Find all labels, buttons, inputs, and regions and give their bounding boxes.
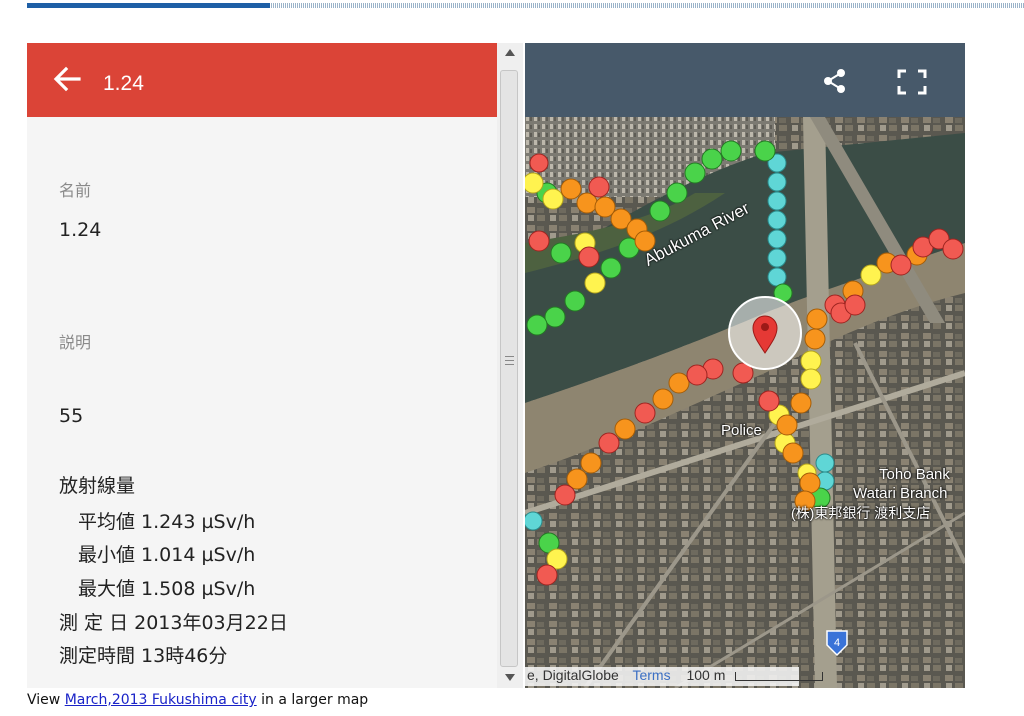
back-arrow-icon	[53, 66, 81, 92]
fullscreen-icon	[897, 69, 927, 95]
panel-title: 1.24	[103, 72, 144, 95]
measure-time: 測定時間 13時46分	[59, 645, 228, 667]
share-button[interactable]	[821, 67, 849, 95]
bank-label-2: Watari Branch	[853, 485, 948, 502]
grip-line	[505, 360, 514, 361]
bank-label-3: (株)東邦銀行 渡利支店	[791, 505, 931, 521]
panel-header: 1.24	[27, 43, 497, 117]
scale-bar	[735, 671, 824, 681]
bank-label-1: Toho Bank	[879, 466, 950, 483]
fullscreen-button[interactable]	[897, 69, 927, 95]
footer-suffix: in a larger map	[261, 692, 369, 708]
name-label: 名前	[59, 181, 92, 200]
scroll-thumb[interactable]	[500, 70, 518, 667]
scroll-down-arrow-icon[interactable]	[505, 674, 515, 681]
route-badge-label: 4	[834, 637, 840, 649]
map-view[interactable]: 4 Abukuma River Police Toho Bank Watari …	[525, 43, 965, 688]
description-value: 55	[59, 405, 84, 427]
radiation-heading: 放射線量	[59, 475, 136, 497]
footer-text: View March,2013 Fukushima city in a larg…	[27, 692, 368, 708]
grip-line	[505, 356, 514, 357]
satellite-map-image: 4	[525, 117, 965, 688]
footer-prefix: View	[27, 692, 61, 708]
loading-bar	[27, 3, 1024, 8]
police-label: Police	[721, 422, 762, 439]
grip-line	[505, 364, 514, 365]
share-icon	[824, 69, 845, 93]
back-button[interactable]	[49, 61, 85, 97]
attribution-provider: e, DigitalGlobe	[527, 667, 619, 683]
name-value: 1.24	[59, 219, 102, 241]
info-panel: 1.24 名前 1.24 説明 55 放射線量 平均値 1.243 µSv/h …	[27, 43, 497, 688]
average-value: 平均値 1.243 µSv/h	[78, 511, 256, 533]
scale-label: 100 m	[686, 667, 726, 683]
description-label: 説明	[59, 333, 92, 352]
map-header	[525, 43, 965, 117]
loading-bar-fill	[27, 3, 270, 8]
panel-scrollbar[interactable]	[497, 43, 523, 688]
larger-map-link[interactable]: March,2013 Fukushima city	[65, 692, 257, 708]
terms-link[interactable]: Terms	[632, 667, 670, 683]
scroll-up-arrow-icon[interactable]	[505, 49, 515, 56]
measure-date: 測 定 日 2013年03月22日	[59, 612, 288, 634]
map-attribution: e, DigitalGlobe Terms 100 m	[525, 667, 824, 686]
maximum-value: 最大値 1.508 µSv/h	[78, 578, 256, 600]
minimum-value: 最小値 1.014 µSv/h	[78, 544, 256, 566]
